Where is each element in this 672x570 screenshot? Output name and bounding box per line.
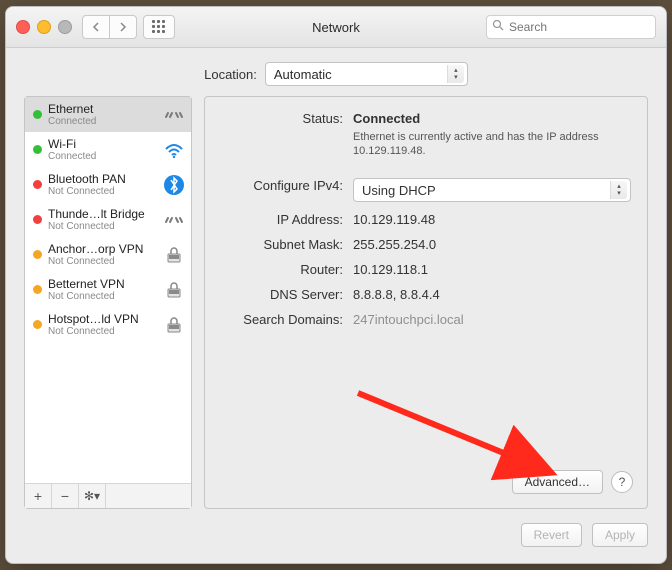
service-item-ethernet[interactable]: Ethernet Connected <box>25 97 191 132</box>
advanced-row: Advanced… ? <box>512 470 633 494</box>
updown-icon: ▴▾ <box>610 181 627 199</box>
show-all-button[interactable] <box>143 15 175 39</box>
service-item-wifi[interactable]: Wi-Fi Connected <box>25 132 191 167</box>
status-value: Connected <box>353 111 420 126</box>
configure-row: Configure IPv4: Using DHCP ▴▾ <box>215 178 631 202</box>
ethernet-icon <box>163 104 185 126</box>
close-window-button[interactable] <box>16 20 30 34</box>
status-dot-icon <box>33 110 42 119</box>
location-label: Location: <box>204 67 257 82</box>
configure-ipv4-select[interactable]: Using DHCP ▴▾ <box>353 178 631 202</box>
window-controls <box>16 20 72 34</box>
service-status: Not Connected <box>48 186 157 197</box>
add-service-button[interactable]: + <box>25 484 52 508</box>
minimize-window-button[interactable] <box>37 20 51 34</box>
titlebar: Network <box>6 7 666 48</box>
service-status: Not Connected <box>48 256 157 267</box>
service-sidebar: Ethernet Connected Wi-Fi Connected <box>24 96 192 509</box>
status-dot-icon <box>33 145 42 154</box>
service-actions-button[interactable]: ✻▾ <box>79 484 106 508</box>
router-row: Router: 10.129.118.1 <box>215 262 631 277</box>
status-dot-icon <box>33 320 42 329</box>
location-value: Automatic <box>274 67 332 82</box>
apply-button[interactable]: Apply <box>592 523 648 547</box>
help-button[interactable]: ? <box>611 471 633 493</box>
bluetooth-icon <box>163 174 185 196</box>
location-select[interactable]: Automatic ▴▾ <box>265 62 468 86</box>
footer: Revert Apply <box>6 523 666 563</box>
revert-button[interactable]: Revert <box>521 523 582 547</box>
search-domains-label: Search Domains: <box>215 312 353 327</box>
service-status: Not Connected <box>48 326 157 337</box>
status-dot-icon <box>33 215 42 224</box>
status-dot-icon <box>33 180 42 189</box>
search-input[interactable] <box>486 15 656 39</box>
subnet-value: 255.255.254.0 <box>353 237 631 252</box>
network-preferences-window: Network Location: Automatic ▴▾ Ethernet <box>5 6 667 564</box>
grid-icon <box>152 20 166 34</box>
details-panel: Status: Connected Ethernet is currently … <box>204 96 648 509</box>
search-domains-row: Search Domains: 247intouchpci.local <box>215 312 631 327</box>
subnet-label: Subnet Mask: <box>215 237 353 252</box>
status-row: Status: Connected Ethernet is currently … <box>215 111 631 158</box>
service-status: Not Connected <box>48 221 157 232</box>
service-item-bluetooth-pan[interactable]: Bluetooth PAN Not Connected <box>25 167 191 202</box>
wifi-icon <box>163 139 185 161</box>
search-domains-value: 247intouchpci.local <box>353 312 631 327</box>
content: Ethernet Connected Wi-Fi Connected <box>6 96 666 523</box>
service-name: Hotspot…ld VPN <box>48 312 157 326</box>
status-dot-icon <box>33 285 42 294</box>
vpn-lock-icon <box>163 244 185 266</box>
dns-label: DNS Server: <box>215 287 353 302</box>
search-wrap <box>486 15 656 39</box>
status-label: Status: <box>215 111 353 158</box>
configure-label: Configure IPv4: <box>215 178 353 202</box>
service-item-thunderbolt-bridge[interactable]: Thunde…lt Bridge Not Connected <box>25 202 191 237</box>
nav-buttons <box>82 15 137 39</box>
chevron-left-icon <box>92 22 100 32</box>
status-note: Ethernet is currently active and has the… <box>353 130 631 158</box>
service-name: Wi-Fi <box>48 137 157 151</box>
ip-row: IP Address: 10.129.119.48 <box>215 212 631 227</box>
zoom-window-button[interactable] <box>58 20 72 34</box>
ethernet-icon <box>163 209 185 231</box>
search-icon <box>492 19 504 34</box>
remove-service-button[interactable]: − <box>52 484 79 508</box>
service-item-betternet-vpn[interactable]: Betternet VPN Not Connected <box>25 272 191 307</box>
service-name: Bluetooth PAN <box>48 172 157 186</box>
service-name: Anchor…orp VPN <box>48 242 157 256</box>
location-row: Location: Automatic ▴▾ <box>6 48 666 96</box>
dns-value: 8.8.8.8, 8.8.4.4 <box>353 287 631 302</box>
configure-value: Using DHCP <box>362 183 436 198</box>
service-status: Connected <box>48 116 157 127</box>
service-name: Thunde…lt Bridge <box>48 207 157 221</box>
vpn-lock-icon <box>163 314 185 336</box>
dns-row: DNS Server: 8.8.8.8, 8.8.4.4 <box>215 287 631 302</box>
status-dot-icon <box>33 250 42 259</box>
service-list: Ethernet Connected Wi-Fi Connected <box>25 97 191 483</box>
sidebar-toolbar: + − ✻▾ <box>25 483 191 508</box>
service-item-anchor-vpn[interactable]: Anchor…orp VPN Not Connected <box>25 237 191 272</box>
subnet-row: Subnet Mask: 255.255.254.0 <box>215 237 631 252</box>
updown-icon: ▴▾ <box>447 65 464 83</box>
ip-value: 10.129.119.48 <box>353 212 631 227</box>
advanced-button[interactable]: Advanced… <box>512 470 603 494</box>
router-value: 10.129.118.1 <box>353 262 631 277</box>
service-status: Connected <box>48 151 157 162</box>
back-button[interactable] <box>82 15 110 39</box>
ip-label: IP Address: <box>215 212 353 227</box>
vpn-lock-icon <box>163 279 185 301</box>
service-status: Not Connected <box>48 291 157 302</box>
gear-icon: ✻▾ <box>84 489 100 503</box>
service-name: Ethernet <box>48 102 157 116</box>
chevron-right-icon <box>119 22 127 32</box>
forward-button[interactable] <box>110 15 137 39</box>
service-name: Betternet VPN <box>48 277 157 291</box>
router-label: Router: <box>215 262 353 277</box>
service-item-hotspot-vpn[interactable]: Hotspot…ld VPN Not Connected <box>25 307 191 342</box>
